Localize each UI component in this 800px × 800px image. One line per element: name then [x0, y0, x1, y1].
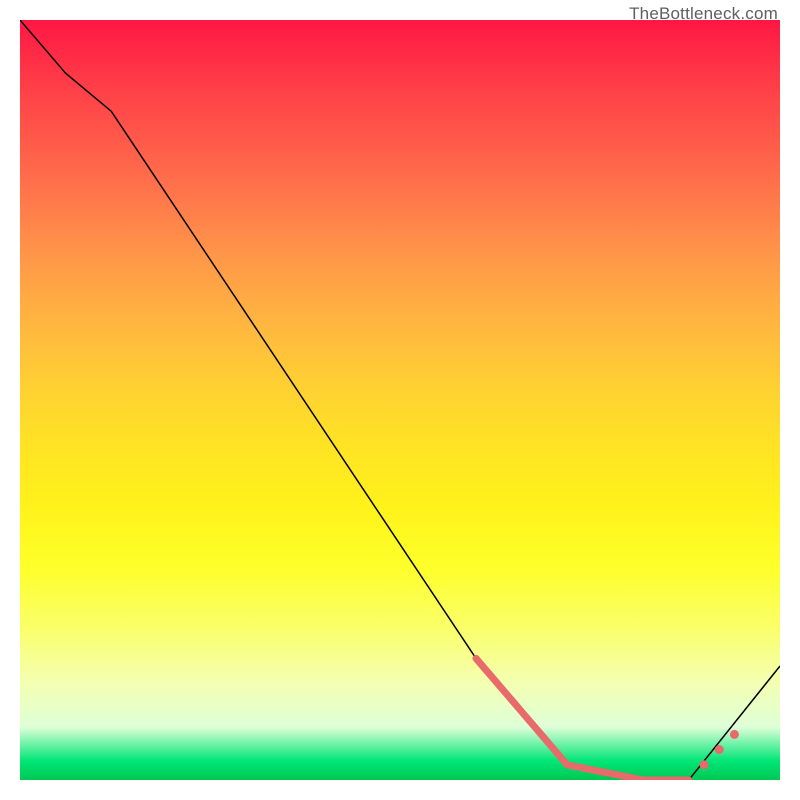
chart-container: TheBottleneck.com [0, 0, 800, 800]
curve-line [20, 20, 780, 780]
plot-area [20, 20, 780, 780]
marker-dot [730, 730, 739, 739]
chart-svg [20, 20, 780, 780]
marker-group [700, 730, 739, 769]
marker-dot [700, 760, 709, 769]
highlight-segment [476, 658, 689, 780]
marker-dot [715, 745, 724, 754]
